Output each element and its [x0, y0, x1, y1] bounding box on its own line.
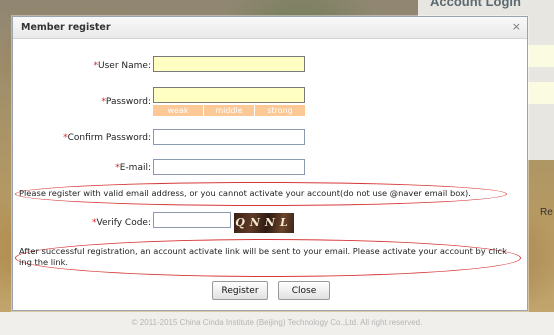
- captcha-image[interactable]: QNNL: [234, 213, 294, 233]
- email-input[interactable]: [153, 159, 305, 175]
- email-notice: Please register with valid email address…: [19, 188, 471, 198]
- verify-code-input[interactable]: [153, 212, 231, 228]
- account-login-title: Account Login: [430, 0, 521, 9]
- member-register-dialog: Member register × *User Name: *Password:…: [12, 16, 528, 311]
- activation-notice-line2: ing the link.: [19, 257, 69, 267]
- confirm-password-input[interactable]: [153, 129, 305, 145]
- background-side-text: Re: [540, 207, 553, 218]
- password-strength-meter: weak middle strong: [153, 105, 305, 116]
- close-icon[interactable]: ×: [512, 20, 521, 33]
- verify-code-label: *Verify Code:: [92, 218, 151, 228]
- annotation-ellipse: [15, 239, 521, 277]
- activation-notice-line1: After successful registration, an accoun…: [19, 246, 507, 256]
- page-footer: © 2011-2015 China Cinda Institute (Beiji…: [0, 312, 554, 335]
- strength-strong: strong: [267, 106, 293, 115]
- register-button[interactable]: Register: [212, 281, 268, 300]
- password-label: *Password:: [101, 97, 151, 107]
- email-label: *E-mail:: [115, 163, 151, 173]
- password-input[interactable]: [153, 87, 305, 103]
- confirm-password-label: *Confirm Password:: [63, 133, 151, 143]
- strength-weak: weak: [153, 105, 204, 116]
- dialog-header: Member register ×: [13, 17, 527, 39]
- username-label: *User Name:: [93, 61, 151, 71]
- close-button[interactable]: Close: [278, 281, 330, 300]
- dialog-title: Member register: [21, 22, 111, 33]
- strength-middle: middle: [204, 105, 255, 116]
- username-input[interactable]: [153, 56, 305, 72]
